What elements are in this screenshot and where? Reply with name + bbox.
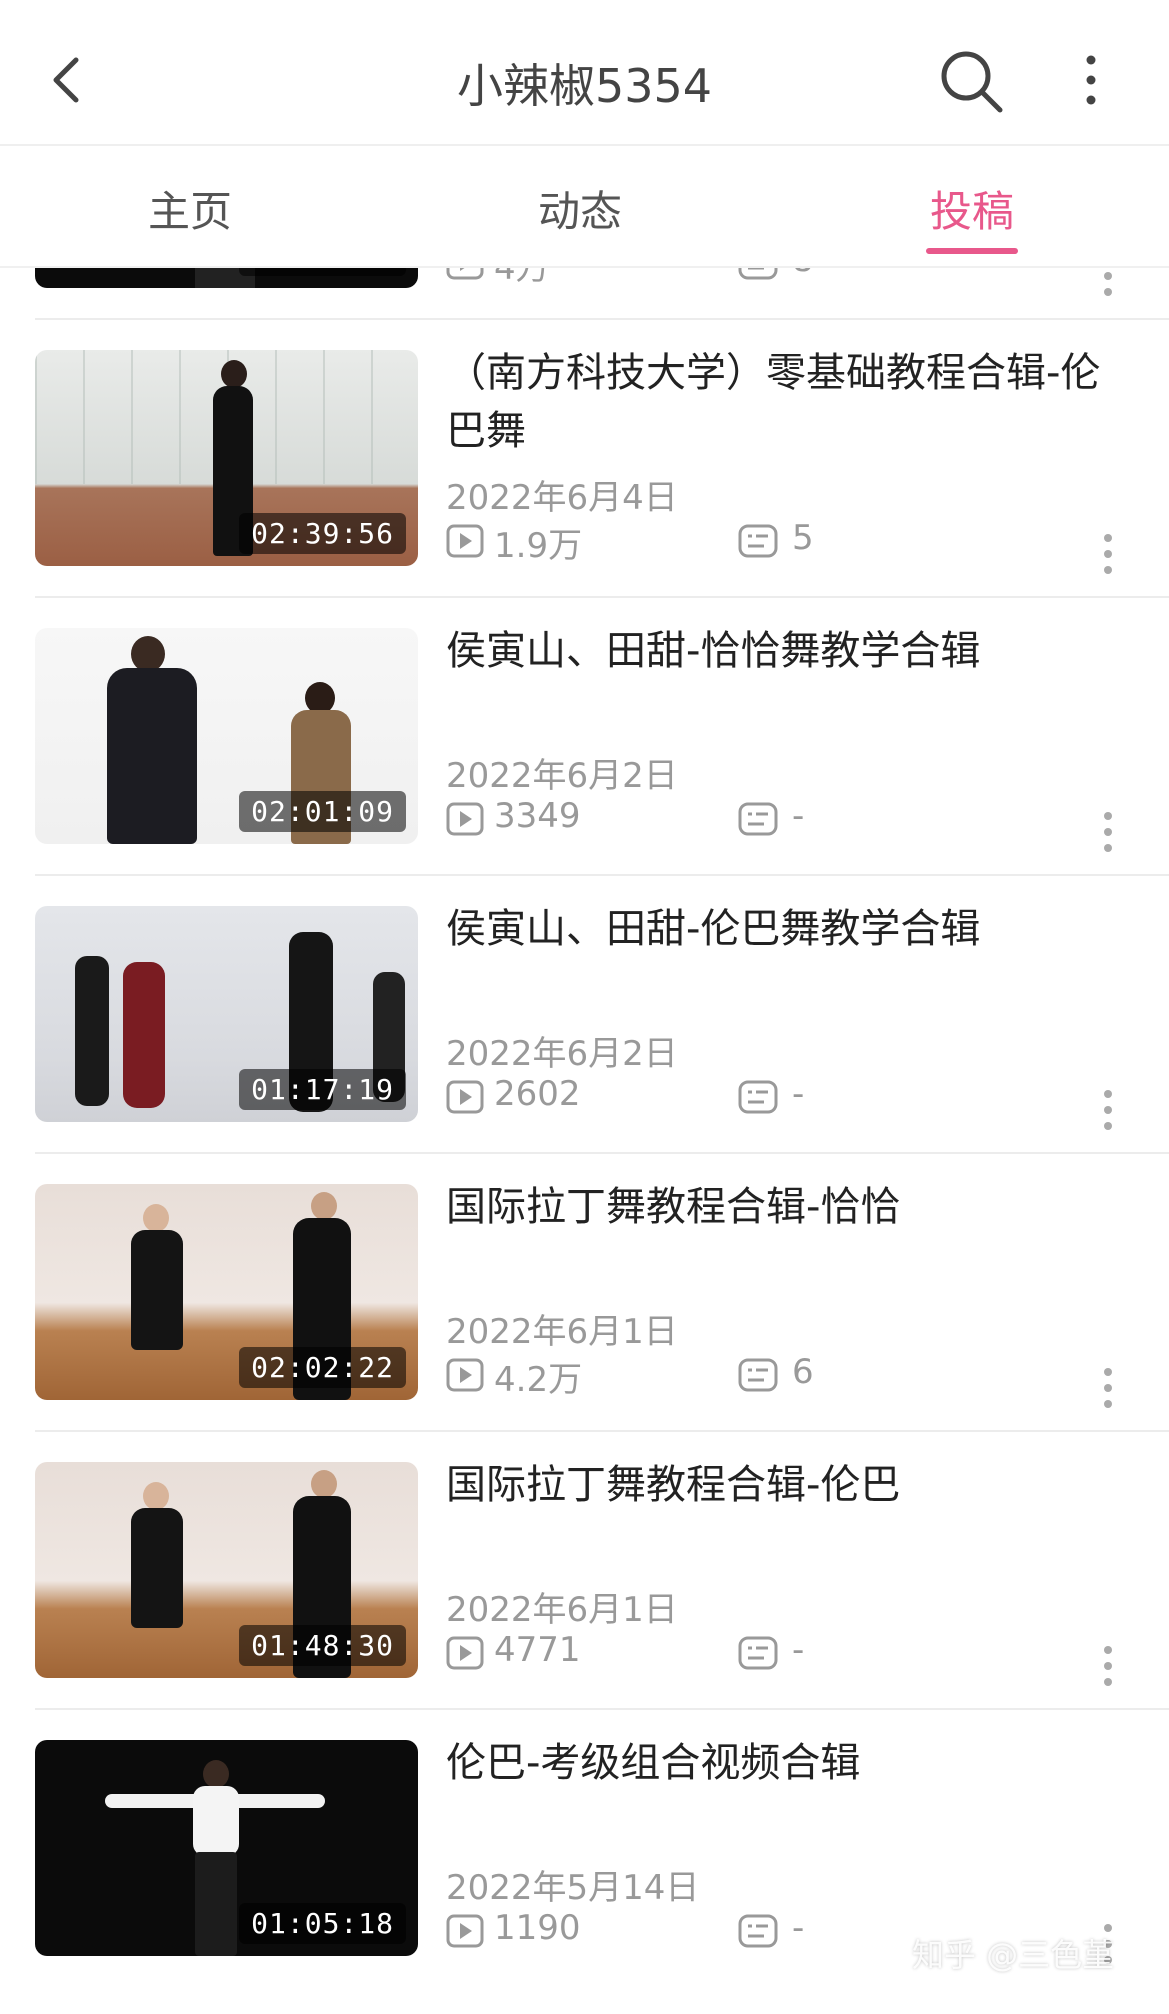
duration-badge: 01:05:18 <box>239 1903 406 1944</box>
video-thumbnail[interactable]: 01:48:30 <box>35 1462 418 1678</box>
dancer-head <box>221 360 247 388</box>
play-count-icon <box>446 524 484 558</box>
view-count: 3349 <box>494 796 581 836</box>
item-more-icon[interactable] <box>1100 530 1116 578</box>
video-stats: 4万 8 <box>446 268 1146 290</box>
top-bar: 小辣椒5354 <box>0 0 1169 146</box>
dancer-figure <box>75 956 109 1106</box>
tab-bar: 主页 动态 投稿 <box>0 146 1169 266</box>
video-item[interactable]: 01:42:07 4万 8 <box>0 268 1169 320</box>
view-count: 4.2万 <box>494 1360 583 1400</box>
active-tab-indicator <box>926 248 1018 254</box>
play-count-icon <box>446 1358 484 1392</box>
video-thumbnail[interactable]: 01:05:18 <box>35 1740 418 1956</box>
dancer-figure <box>107 668 197 844</box>
video-item[interactable]: 02:39:56 （南方科技大学）零基础教程合辑-伦巴舞 2022年6月4日 1… <box>0 320 1169 598</box>
upload-date: 2022年6月4日 <box>446 478 678 518</box>
video-stats: 4771 - <box>446 1630 1146 1680</box>
video-stats: 4.2万 6 <box>446 1352 1146 1402</box>
danmaku-count: - <box>792 1908 805 1948</box>
video-stats: 3349 - <box>446 796 1146 846</box>
duration-badge: 01:42:07 <box>239 268 406 276</box>
dancer-figure <box>131 1230 183 1350</box>
video-title[interactable]: 侯寅山、田甜-恰恰舞教学合辑 <box>446 622 1126 680</box>
video-thumbnail[interactable]: 02:39:56 <box>35 350 418 566</box>
video-item[interactable]: 01:17:19 侯寅山、田甜-伦巴舞教学合辑 2022年6月2日 2602 - <box>0 876 1169 1154</box>
dancer-figure <box>131 1508 183 1628</box>
item-more-icon[interactable] <box>1100 268 1116 300</box>
dancer-figure <box>123 962 165 1108</box>
video-stats: 1.9万 5 <box>446 518 1146 568</box>
play-count-icon <box>446 1914 484 1948</box>
search-icon[interactable] <box>936 46 1006 116</box>
item-more-icon[interactable] <box>1100 808 1116 856</box>
danmaku-count-icon <box>738 1636 778 1670</box>
view-count: 2602 <box>494 1074 581 1114</box>
play-count-icon <box>446 1636 484 1670</box>
video-title[interactable]: 侯寅山、田甜-伦巴舞教学合辑 <box>446 900 1126 958</box>
video-list[interactable]: 01:42:07 4万 8 02:39:56 <box>0 268 1169 2014</box>
view-count: 1.9万 <box>494 526 583 566</box>
upload-date: 2022年6月1日 <box>446 1590 678 1630</box>
play-count-icon <box>446 802 484 836</box>
video-title[interactable]: 国际拉丁舞教程合辑-伦巴 <box>446 1456 1126 1514</box>
video-title[interactable]: 伦巴-考级组合视频合辑 <box>446 1734 1126 1792</box>
danmaku-count: 8 <box>792 268 814 280</box>
danmaku-count-icon <box>738 268 778 280</box>
danmaku-count-icon <box>738 1080 778 1114</box>
duration-badge: 02:39:56 <box>239 513 406 554</box>
dancer-head <box>143 1204 169 1232</box>
danmaku-count-icon <box>738 1914 778 1948</box>
video-thumbnail[interactable]: 01:42:07 <box>35 268 418 288</box>
item-more-icon[interactable] <box>1100 1364 1116 1412</box>
dancer-head <box>143 1482 169 1510</box>
more-options-icon[interactable] <box>1076 50 1106 110</box>
danmaku-count-icon <box>738 1358 778 1392</box>
item-more-icon[interactable] <box>1100 1086 1116 1134</box>
dancer-figure <box>193 1786 239 1856</box>
tab-submissions[interactable]: 投稿 <box>862 178 1082 239</box>
view-count: 4万 <box>494 268 550 288</box>
dancer-head <box>311 1192 337 1220</box>
video-item[interactable]: 02:01:09 侯寅山、田甜-恰恰舞教学合辑 2022年6月2日 3349 - <box>0 598 1169 876</box>
item-more-icon[interactable] <box>1100 1642 1116 1690</box>
duration-badge: 01:17:19 <box>239 1069 406 1110</box>
video-title[interactable]: 国际拉丁舞教程合辑-恰恰 <box>446 1178 1126 1236</box>
video-thumbnail[interactable]: 01:17:19 <box>35 906 418 1122</box>
dancer-head <box>203 1760 229 1788</box>
video-item[interactable]: 02:02:22 国际拉丁舞教程合辑-恰恰 2022年6月1日 4.2万 6 <box>0 1154 1169 1432</box>
tab-home[interactable]: 主页 <box>80 178 300 239</box>
view-count: 1190 <box>494 1908 581 1948</box>
play-count-icon <box>446 268 484 280</box>
duration-badge: 01:48:30 <box>239 1625 406 1666</box>
danmaku-count: 5 <box>792 518 814 558</box>
tab-activity[interactable]: 动态 <box>470 178 690 239</box>
danmaku-count: - <box>792 1074 805 1114</box>
danmaku-count: 6 <box>792 1352 814 1392</box>
play-count-icon <box>446 1080 484 1114</box>
upload-date: 2022年6月2日 <box>446 1034 678 1074</box>
duration-badge: 02:01:09 <box>239 791 406 832</box>
video-title[interactable]: （南方科技大学）零基础教程合辑-伦巴舞 <box>446 344 1126 460</box>
dancer-head <box>311 1470 337 1498</box>
dancer-head <box>131 636 165 672</box>
view-count: 4771 <box>494 1630 581 1670</box>
danmaku-count: - <box>792 1630 805 1670</box>
danmaku-count-icon <box>738 802 778 836</box>
dancer-legs <box>195 1852 237 1956</box>
upload-date: 2022年6月1日 <box>446 1312 678 1352</box>
video-thumbnail[interactable]: 02:01:09 <box>35 628 418 844</box>
video-item[interactable]: 01:48:30 国际拉丁舞教程合辑-伦巴 2022年6月1日 4771 - <box>0 1432 1169 1710</box>
upload-date: 2022年5月14日 <box>446 1868 700 1908</box>
danmaku-count-icon <box>738 524 778 558</box>
video-thumbnail[interactable]: 02:02:22 <box>35 1184 418 1400</box>
danmaku-count: - <box>792 796 805 836</box>
duration-badge: 02:02:22 <box>239 1347 406 1388</box>
watermark: 知乎 @三色堇 <box>912 1936 1115 1974</box>
video-stats: 2602 - <box>446 1074 1146 1124</box>
upload-date: 2022年6月2日 <box>446 756 678 796</box>
